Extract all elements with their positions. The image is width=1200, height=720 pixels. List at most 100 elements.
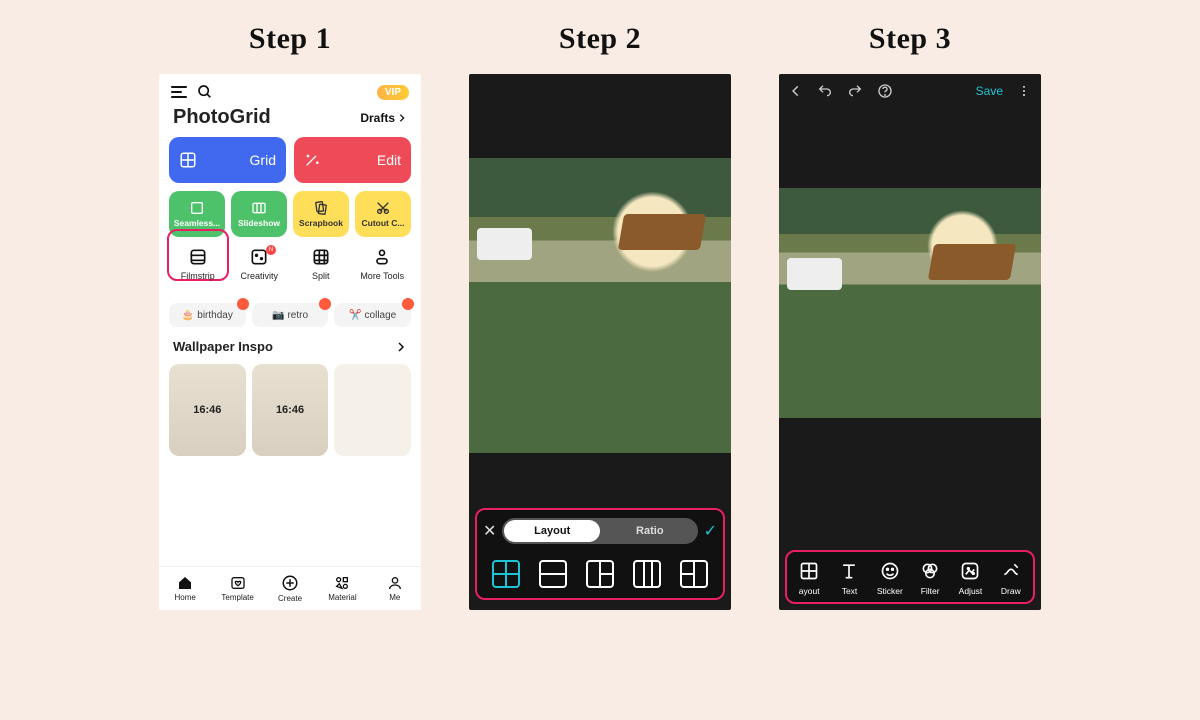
- tool-label: More Tools: [360, 271, 404, 281]
- tab-me[interactable]: Me: [369, 567, 421, 610]
- tab-label: Me: [389, 593, 400, 602]
- tab-create[interactable]: Create: [264, 567, 316, 610]
- photo-detail: [787, 258, 842, 290]
- wallpaper-time: 16:46: [276, 404, 304, 416]
- layout-panel: ✕ Layout Ratio ✓: [475, 508, 725, 600]
- photo-detail: [928, 244, 1016, 280]
- grid-button-label: Grid: [250, 152, 276, 168]
- tab-label: Template: [221, 593, 253, 602]
- editing-canvas[interactable]: [779, 188, 1041, 418]
- tool-label: Creativity: [240, 271, 278, 281]
- tool-draw[interactable]: Draw: [991, 560, 1031, 596]
- layout-icon: [799, 561, 819, 581]
- tool-filter[interactable]: Filter: [910, 560, 950, 596]
- tool-label: Adjust: [959, 586, 983, 596]
- undo-icon[interactable]: [817, 83, 833, 99]
- save-button[interactable]: Save: [976, 84, 1003, 98]
- tool-label: Draw: [1001, 586, 1021, 596]
- phone-step-2: ✕ Layout Ratio ✓: [469, 74, 731, 610]
- layout-horizontal-icon[interactable]: [539, 560, 567, 588]
- layout-3col-icon[interactable]: [633, 560, 661, 588]
- chevron-right-icon[interactable]: [395, 341, 407, 353]
- drafts-link[interactable]: Drafts: [360, 111, 407, 125]
- wallpaper-card[interactable]: 16:46: [169, 364, 246, 456]
- spacer: [779, 108, 1041, 188]
- app-title: PhotoGrid: [173, 106, 271, 129]
- plus-icon: [281, 574, 299, 592]
- more-vertical-icon[interactable]: [1017, 84, 1031, 98]
- tool-label: Cutout C...: [362, 218, 405, 228]
- wallpaper-card[interactable]: 16:46: [252, 364, 329, 456]
- chevron-right-icon: [397, 113, 407, 123]
- menu-icon[interactable]: [171, 86, 187, 98]
- tool-creativity[interactable]: N Creativity: [229, 247, 291, 281]
- close-icon[interactable]: ✕: [483, 521, 496, 541]
- editor-toolbar: ayout Text Sticker Filter Adjust: [785, 550, 1035, 604]
- magic-wand-icon: [304, 152, 320, 168]
- home-icon: [177, 575, 193, 591]
- back-icon[interactable]: [789, 84, 803, 98]
- tool-label: Filter: [921, 586, 940, 596]
- tool-sticker[interactable]: Sticker: [870, 560, 910, 596]
- tool-slideshow[interactable]: Slideshow: [231, 191, 287, 237]
- heart-icon: [230, 575, 246, 591]
- seg-layout[interactable]: Layout: [504, 520, 600, 542]
- wallpaper-time: 16:46: [193, 404, 221, 416]
- step-title-2: Step 2: [559, 22, 641, 56]
- tool-filmstrip[interactable]: Filmstrip: [167, 247, 229, 281]
- spacer: [469, 74, 731, 158]
- hot-badge: [319, 298, 331, 310]
- tab-home[interactable]: Home: [159, 567, 211, 610]
- new-badge: N: [266, 245, 276, 255]
- hot-badge: [237, 298, 249, 310]
- tab-label: Material: [328, 593, 356, 602]
- slideshow-icon: [251, 200, 267, 216]
- tool-seamless[interactable]: Seamless...: [169, 191, 225, 237]
- grid-icon: [179, 151, 197, 169]
- tool-cutout[interactable]: Cutout C...: [355, 191, 411, 237]
- layout-mixed1-icon[interactable]: [586, 560, 614, 588]
- layout-2x2-icon[interactable]: [492, 560, 520, 588]
- check-icon[interactable]: ✓: [704, 521, 717, 541]
- tab-material[interactable]: Material: [316, 567, 368, 610]
- edit-button[interactable]: Edit: [294, 137, 411, 183]
- tool-label: ayout: [799, 586, 820, 596]
- chip-collage[interactable]: ✂️collage: [334, 303, 411, 327]
- tool-more[interactable]: More Tools: [352, 247, 414, 281]
- search-icon[interactable]: [197, 84, 213, 100]
- drafts-label: Drafts: [360, 111, 395, 125]
- vip-badge[interactable]: VIP: [377, 85, 409, 100]
- chip-birthday[interactable]: 🎂birthday: [169, 303, 246, 327]
- seg-ratio[interactable]: Ratio: [602, 518, 698, 544]
- tool-text[interactable]: Text: [829, 560, 869, 596]
- section-title: Wallpaper Inspo: [173, 339, 273, 354]
- seamless-icon: [189, 200, 205, 216]
- step-title-1: Step 1: [249, 22, 331, 56]
- wallpaper-card[interactable]: [334, 364, 411, 456]
- text-icon: [839, 561, 859, 581]
- step-title-3: Step 3: [869, 22, 951, 56]
- tool-label: Split: [312, 271, 330, 281]
- help-icon[interactable]: [877, 83, 893, 99]
- redo-icon[interactable]: [847, 83, 863, 99]
- layout-mixed2-icon[interactable]: [680, 560, 708, 588]
- editing-canvas[interactable]: [469, 158, 731, 453]
- tool-label: Text: [842, 586, 858, 596]
- scrapbook-icon: [313, 200, 329, 216]
- tab-template[interactable]: Template: [211, 567, 263, 610]
- filmstrip-icon: [188, 247, 208, 267]
- tool-scrapbook[interactable]: Scrapbook: [293, 191, 349, 237]
- user-icon: [387, 575, 403, 591]
- tool-split[interactable]: Split: [290, 247, 352, 281]
- segmented-control[interactable]: Layout Ratio: [502, 518, 697, 544]
- tool-layout[interactable]: ayout: [789, 560, 829, 596]
- tool-adjust[interactable]: Adjust: [950, 560, 990, 596]
- grid-button[interactable]: Grid: [169, 137, 286, 183]
- photo-detail: [618, 214, 706, 250]
- chip-label: birthday: [197, 310, 233, 321]
- chip-retro[interactable]: 📷retro: [252, 303, 329, 327]
- tab-label: Create: [278, 594, 302, 603]
- draw-icon: [1001, 561, 1021, 581]
- phone-step-1: VIP PhotoGrid Drafts Grid Edit: [159, 74, 421, 610]
- adjust-icon: [960, 561, 980, 581]
